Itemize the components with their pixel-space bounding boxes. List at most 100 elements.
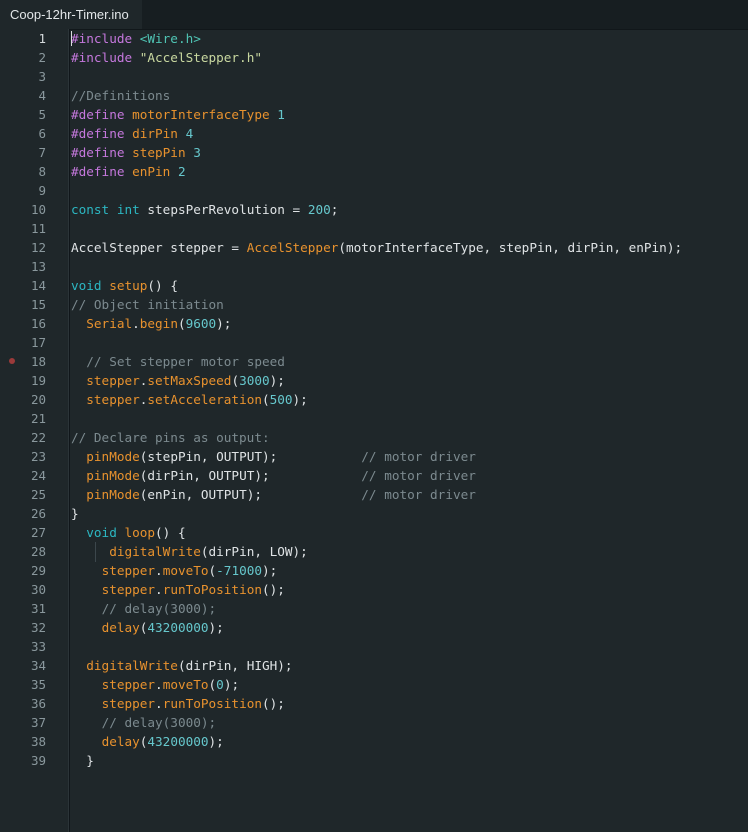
line-number[interactable]: 19	[0, 371, 46, 390]
line-number[interactable]: 14	[0, 276, 46, 295]
code-token: ();	[262, 696, 285, 711]
code-line: stepper.moveTo(-71000);	[71, 561, 741, 580]
line-number[interactable]: 30	[0, 580, 46, 599]
line-number[interactable]: 31	[0, 599, 46, 618]
line-number[interactable]: 3	[0, 67, 46, 86]
line-number[interactable]: 26	[0, 504, 46, 523]
line-number[interactable]: 25	[0, 485, 46, 504]
code-token: .	[155, 677, 163, 692]
line-number[interactable]: 37	[0, 713, 46, 732]
code-token: 500	[269, 392, 293, 407]
line-number[interactable]: 24	[0, 466, 46, 485]
code-line: // delay(3000);	[71, 713, 741, 732]
line-number[interactable]: 23	[0, 447, 46, 466]
code-token: begin	[139, 316, 178, 331]
line-number[interactable]: 36	[0, 694, 46, 713]
code-token: enPin	[132, 164, 171, 179]
line-number[interactable]: 20	[0, 390, 46, 409]
code-token: delay	[101, 620, 140, 635]
line-number[interactable]: 29	[0, 561, 46, 580]
code-token: 43200000	[147, 620, 209, 635]
line-number[interactable]: 8	[0, 162, 46, 181]
code-token: // Declare pins as output:	[71, 430, 270, 445]
code-token: runToPosition	[162, 696, 262, 711]
line-number[interactable]: 7	[0, 143, 46, 162]
code-token: .	[155, 582, 163, 597]
line-number[interactable]: 27	[0, 523, 46, 542]
code-token: int	[116, 202, 140, 217]
indent-guide	[95, 542, 96, 562]
code-line: pinMode(stepPin, OUTPUT); // motor drive…	[71, 447, 741, 466]
line-number[interactable]: 35	[0, 675, 46, 694]
code-token: pinMode	[86, 487, 140, 502]
text-cursor	[71, 31, 72, 46]
code-token: #define	[71, 164, 133, 179]
code-line: #define enPin 2	[71, 162, 741, 181]
line-number[interactable]: 1	[0, 29, 46, 48]
code-token: stepper	[101, 677, 156, 692]
line-number[interactable]: 21	[0, 409, 46, 428]
line-number[interactable]: 11	[0, 219, 46, 238]
line-number[interactable]: 34	[0, 656, 46, 675]
code-line: pinMode(enPin, OUTPUT); // motor driver	[71, 485, 741, 504]
code-line: #include <Wire.h>	[71, 29, 741, 48]
code-line: stepper.moveTo(0);	[71, 675, 741, 694]
code-editor-window: Coop-12hr-Timer.ino 1 2 3 4 5 6 7 8 9 10 11 12 13 14 1…	[0, 0, 748, 832]
line-number[interactable]: 5	[0, 105, 46, 124]
line-number[interactable]: 12	[0, 238, 46, 257]
code-token: #define	[71, 107, 133, 122]
code-token: (motorInterfaceType, stepPin, dirPin, en…	[338, 240, 683, 255]
line-number[interactable]: 16	[0, 314, 46, 333]
line-number[interactable]: 2	[0, 48, 46, 67]
line-number[interactable]: 18	[0, 352, 46, 371]
code-token: (	[261, 392, 270, 407]
code-token: stepsPerRevolution =	[139, 202, 308, 217]
line-number[interactable]: 17	[0, 333, 46, 352]
code-token: (enPin, OUTPUT);	[139, 487, 362, 502]
code-line: //Definitions	[71, 86, 741, 105]
code-token: (stepPin, OUTPUT);	[139, 449, 362, 464]
code-token: );	[223, 677, 240, 692]
code-token: digitalWrite	[109, 544, 201, 559]
code-token: setup	[109, 278, 148, 293]
code-token: stepper	[86, 392, 140, 407]
line-number[interactable]: 32	[0, 618, 46, 637]
code-token: // motor driver	[361, 487, 476, 502]
line-number[interactable]: 10	[0, 200, 46, 219]
line-number[interactable]: 33	[0, 637, 46, 656]
code-token: () {	[155, 525, 186, 540]
code-text[interactable]: #include <Wire.h> #include "AccelStepper.…	[71, 29, 741, 770]
line-number[interactable]: 15	[0, 295, 46, 314]
code-line: digitalWrite(dirPin, LOW);	[71, 542, 741, 561]
code-token: void	[86, 525, 117, 540]
editor-area[interactable]: 1 2 3 4 5 6 7 8 9 10 11 12 13 14 15 16 17 18 19 20 21 22 23 24 2…	[0, 29, 748, 832]
code-line: digitalWrite(dirPin, HIGH);	[71, 656, 741, 675]
code-line: Serial.begin(9600);	[71, 314, 741, 333]
line-number[interactable]: 22	[0, 428, 46, 447]
breakpoint-marker-icon[interactable]	[9, 358, 15, 364]
tab-coop-12hr-timer[interactable]: Coop-12hr-Timer.ino	[0, 0, 142, 29]
code-token: runToPosition	[162, 582, 262, 597]
line-number[interactable]: 6	[0, 124, 46, 143]
code-token: #include	[71, 31, 140, 46]
line-number[interactable]: 28	[0, 542, 46, 561]
line-number[interactable]: 13	[0, 257, 46, 276]
code-token: AccelStepper stepper =	[71, 240, 247, 255]
code-token: );	[269, 373, 285, 388]
line-number[interactable]: 9	[0, 181, 46, 200]
line-number[interactable]: 38	[0, 732, 46, 751]
line-number[interactable]: 39	[0, 751, 46, 770]
line-number[interactable]: 4	[0, 86, 46, 105]
